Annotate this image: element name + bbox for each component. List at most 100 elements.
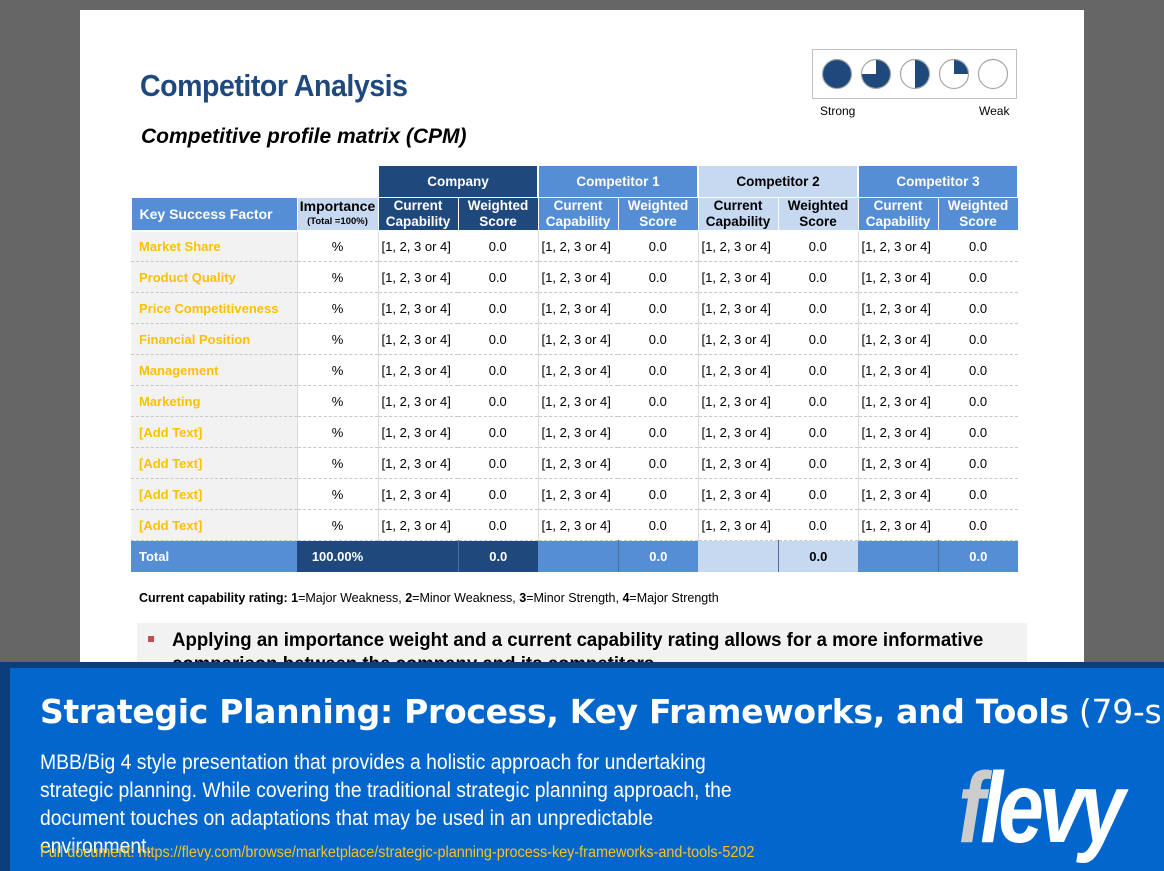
importance-cell[interactable]: % (297, 230, 379, 262)
key-success-factor-cell[interactable]: [Add Text] (131, 478, 298, 510)
capability-rating-cell[interactable]: [1, 2, 3 or 4] (858, 447, 939, 479)
importance-cell[interactable]: % (297, 385, 379, 417)
weighted-score-cell[interactable]: 0.0 (778, 385, 859, 417)
key-success-factor-cell[interactable]: Market Share (131, 230, 298, 262)
key-success-factor-cell[interactable]: Product Quality (131, 261, 298, 293)
weighted-score-cell[interactable]: 0.0 (938, 478, 1019, 510)
key-success-factor-cell[interactable]: [Add Text] (131, 447, 298, 479)
capability-rating-cell[interactable]: [1, 2, 3 or 4] (378, 385, 458, 417)
weighted-score-cell[interactable]: 0.0 (458, 261, 539, 293)
weighted-score-cell[interactable]: 0.0 (938, 447, 1019, 479)
capability-rating-cell[interactable]: [1, 2, 3 or 4] (378, 323, 458, 355)
capability-rating-cell[interactable]: [1, 2, 3 or 4] (698, 354, 779, 386)
capability-rating-cell[interactable]: [1, 2, 3 or 4] (698, 385, 779, 417)
capability-rating-cell[interactable]: [1, 2, 3 or 4] (538, 478, 619, 510)
capability-rating-cell[interactable]: [1, 2, 3 or 4] (538, 230, 619, 262)
weighted-score-cell[interactable]: 0.0 (458, 509, 539, 541)
weighted-score-cell[interactable]: 0.0 (938, 261, 1019, 293)
importance-cell[interactable]: % (297, 509, 379, 541)
capability-rating-cell[interactable]: [1, 2, 3 or 4] (858, 385, 939, 417)
capability-rating-cell[interactable]: [1, 2, 3 or 4] (538, 292, 619, 324)
weighted-score-cell[interactable]: 0.0 (458, 447, 539, 479)
weighted-score-cell[interactable]: 0.0 (618, 323, 699, 355)
key-success-factor-cell[interactable]: [Add Text] (131, 509, 298, 541)
importance-cell[interactable]: % (297, 354, 379, 386)
weighted-score-cell[interactable]: 0.0 (458, 416, 539, 448)
weighted-score-cell[interactable]: 0.0 (778, 509, 859, 541)
capability-rating-cell[interactable]: [1, 2, 3 or 4] (698, 478, 779, 510)
capability-rating-cell[interactable]: [1, 2, 3 or 4] (538, 447, 619, 479)
key-success-factor-cell[interactable]: Marketing (131, 385, 298, 417)
weighted-score-cell[interactable]: 0.0 (458, 385, 539, 417)
importance-cell[interactable]: % (297, 323, 379, 355)
weighted-score-cell[interactable]: 0.0 (458, 478, 539, 510)
weighted-score-cell[interactable]: 0.0 (618, 509, 699, 541)
capability-rating-cell[interactable]: [1, 2, 3 or 4] (378, 261, 458, 293)
weighted-score-cell[interactable]: 0.0 (778, 354, 859, 386)
capability-rating-cell[interactable]: [1, 2, 3 or 4] (698, 447, 779, 479)
weighted-score-cell[interactable]: 0.0 (618, 230, 699, 262)
capability-rating-cell[interactable]: [1, 2, 3 or 4] (858, 323, 939, 355)
weighted-score-cell[interactable]: 0.0 (778, 261, 859, 293)
weighted-score-cell[interactable]: 0.0 (618, 292, 699, 324)
capability-rating-cell[interactable]: [1, 2, 3 or 4] (538, 509, 619, 541)
key-success-factor-cell[interactable]: [Add Text] (131, 416, 298, 448)
importance-cell[interactable]: % (297, 447, 379, 479)
weighted-score-cell[interactable]: 0.0 (778, 416, 859, 448)
weighted-score-cell[interactable]: 0.0 (458, 354, 539, 386)
capability-rating-cell[interactable]: [1, 2, 3 or 4] (538, 385, 619, 417)
weighted-score-cell[interactable]: 0.0 (618, 416, 699, 448)
weighted-score-cell[interactable]: 0.0 (458, 323, 539, 355)
weighted-score-cell[interactable]: 0.0 (618, 261, 699, 293)
full-document-link[interactable]: Full document: https://flevy.com/browse/… (40, 844, 754, 862)
weighted-score-cell[interactable]: 0.0 (458, 230, 539, 262)
capability-rating-cell[interactable]: [1, 2, 3 or 4] (858, 478, 939, 510)
capability-rating-cell[interactable]: [1, 2, 3 or 4] (698, 261, 779, 293)
capability-rating-cell[interactable]: [1, 2, 3 or 4] (858, 261, 939, 293)
capability-rating-cell[interactable]: [1, 2, 3 or 4] (698, 509, 779, 541)
capability-rating-cell[interactable]: [1, 2, 3 or 4] (858, 416, 939, 448)
weighted-score-cell[interactable]: 0.0 (938, 509, 1019, 541)
capability-rating-cell[interactable]: [1, 2, 3 or 4] (698, 323, 779, 355)
importance-cell[interactable]: % (297, 261, 379, 293)
weighted-score-cell[interactable]: 0.0 (938, 354, 1019, 386)
weighted-score-cell[interactable]: 0.0 (938, 416, 1019, 448)
capability-rating-cell[interactable]: [1, 2, 3 or 4] (538, 416, 619, 448)
flevy-logo[interactable]: flevy (958, 758, 1125, 858)
capability-rating-cell[interactable]: [1, 2, 3 or 4] (378, 354, 458, 386)
weighted-score-cell[interactable]: 0.0 (938, 230, 1019, 262)
weighted-score-cell[interactable]: 0.0 (778, 447, 859, 479)
weighted-score-cell[interactable]: 0.0 (618, 447, 699, 479)
capability-rating-cell[interactable]: [1, 2, 3 or 4] (858, 230, 939, 262)
capability-rating-cell[interactable]: [1, 2, 3 or 4] (858, 354, 939, 386)
capability-rating-cell[interactable]: [1, 2, 3 or 4] (538, 323, 619, 355)
weighted-score-cell[interactable]: 0.0 (618, 385, 699, 417)
weighted-score-cell[interactable]: 0.0 (618, 354, 699, 386)
weighted-score-cell[interactable]: 0.0 (778, 478, 859, 510)
key-success-factor-cell[interactable]: Management (131, 354, 298, 386)
capability-rating-cell[interactable]: [1, 2, 3 or 4] (378, 292, 458, 324)
capability-rating-cell[interactable]: [1, 2, 3 or 4] (698, 416, 779, 448)
importance-cell[interactable]: % (297, 478, 379, 510)
weighted-score-cell[interactable]: 0.0 (778, 323, 859, 355)
weighted-score-cell[interactable]: 0.0 (778, 292, 859, 324)
weighted-score-cell[interactable]: 0.0 (778, 230, 859, 262)
weighted-score-cell[interactable]: 0.0 (458, 292, 539, 324)
capability-rating-cell[interactable]: [1, 2, 3 or 4] (378, 478, 458, 510)
capability-rating-cell[interactable]: [1, 2, 3 or 4] (538, 261, 619, 293)
capability-rating-cell[interactable]: [1, 2, 3 or 4] (698, 292, 779, 324)
capability-rating-cell[interactable]: [1, 2, 3 or 4] (698, 230, 779, 262)
key-success-factor-cell[interactable]: Price Competitiveness (131, 292, 298, 324)
weighted-score-cell[interactable]: 0.0 (618, 478, 699, 510)
capability-rating-cell[interactable]: [1, 2, 3 or 4] (378, 230, 458, 262)
capability-rating-cell[interactable]: [1, 2, 3 or 4] (378, 509, 458, 541)
importance-cell[interactable]: % (297, 416, 379, 448)
capability-rating-cell[interactable]: [1, 2, 3 or 4] (858, 509, 939, 541)
weighted-score-cell[interactable]: 0.0 (938, 385, 1019, 417)
capability-rating-cell[interactable]: [1, 2, 3 or 4] (378, 416, 458, 448)
capability-rating-cell[interactable]: [1, 2, 3 or 4] (538, 354, 619, 386)
weighted-score-cell[interactable]: 0.0 (938, 323, 1019, 355)
capability-rating-cell[interactable]: [1, 2, 3 or 4] (858, 292, 939, 324)
key-success-factor-cell[interactable]: Financial Position (131, 323, 298, 355)
importance-cell[interactable]: % (297, 292, 379, 324)
